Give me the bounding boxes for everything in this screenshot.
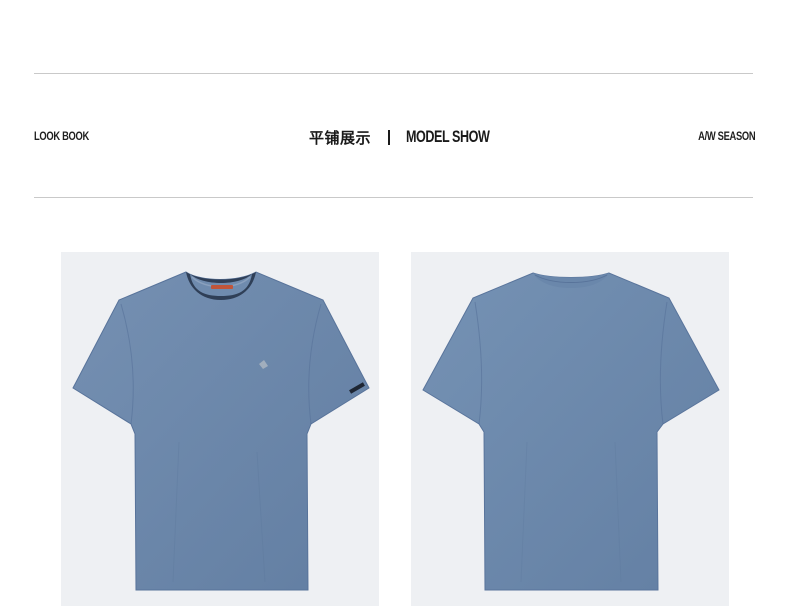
top-divider-line — [34, 73, 753, 74]
section-title-cn: 平铺展示 — [309, 128, 372, 147]
tshirt-back-photo — [411, 252, 729, 606]
season-label: A/W SEASON — [697, 129, 756, 143]
bottom-divider-line — [34, 197, 753, 198]
tshirt-back-illustration — [422, 272, 720, 591]
title-separator — [388, 129, 391, 145]
tshirt-front-illustration — [72, 271, 370, 591]
section-title: 平铺展示 MODEL SHOW — [309, 125, 519, 149]
look-book-label: LOOK BOOK — [34, 129, 89, 143]
section-title-en: MODEL SHOW — [406, 127, 490, 146]
tshirt-front-photo — [61, 252, 379, 606]
section-header: LOOK BOOK 平铺展示 MODEL SHOW A/W SEASON — [0, 125, 790, 149]
